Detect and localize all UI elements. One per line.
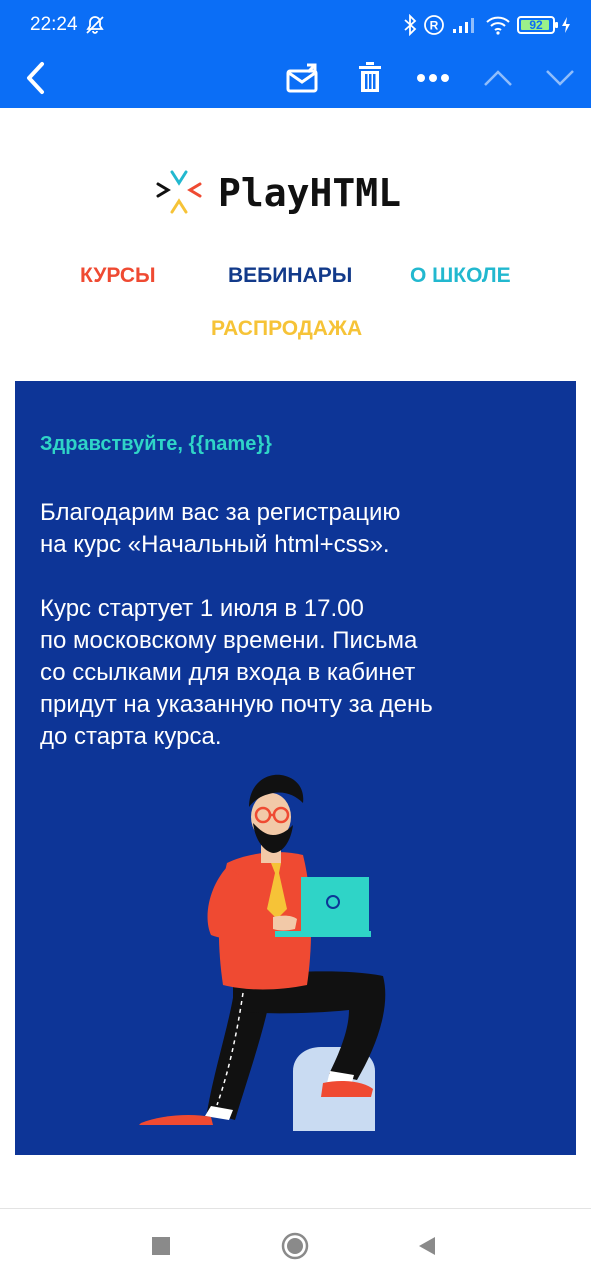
back-button[interactable] bbox=[12, 54, 60, 102]
text-line: со ссылками для входа в кабинет bbox=[40, 659, 416, 686]
playhtml-logo-icon bbox=[156, 170, 202, 214]
home-button[interactable] bbox=[278, 1229, 312, 1263]
text-line: по московскому времени. Письма bbox=[40, 627, 418, 654]
text-line: Курс стартует 1 июля в 17.00 bbox=[40, 595, 364, 622]
text-line: на курс «Начальный html+css». bbox=[40, 531, 390, 558]
brand-logo[interactable]: PlayHTML bbox=[154, 168, 401, 218]
greeting: Здравствуйте, {{name}} bbox=[40, 433, 272, 455]
nav-link-webinars[interactable]: ВЕБИНАРЫ bbox=[228, 264, 352, 288]
text-line: придут на указанную почту за день bbox=[40, 691, 433, 718]
registered-icon: R bbox=[424, 15, 444, 35]
back-icon bbox=[27, 62, 44, 94]
text-line: Благодарим вас за регистрацию bbox=[40, 499, 401, 526]
thanks-paragraph: Благодарим вас за регистрацию на курс «Н… bbox=[40, 497, 550, 561]
battery-percent: 92 bbox=[529, 18, 543, 32]
back-triangle-icon bbox=[419, 1237, 435, 1255]
home-icon bbox=[281, 1232, 309, 1260]
recents-icon bbox=[152, 1237, 170, 1255]
charging-icon bbox=[562, 17, 570, 33]
delete-button[interactable] bbox=[346, 54, 394, 102]
more-icon bbox=[417, 74, 449, 82]
signal-icon bbox=[453, 18, 474, 33]
mute-bell-icon bbox=[86, 16, 104, 34]
svg-text:R: R bbox=[430, 19, 439, 33]
next-icon bbox=[546, 70, 574, 86]
nav-link-sale[interactable]: РАСПРОДАЖА bbox=[211, 317, 362, 341]
more-button[interactable] bbox=[409, 54, 457, 102]
previous-button[interactable] bbox=[474, 54, 522, 102]
next-button[interactable] bbox=[536, 54, 584, 102]
brand-name: PlayHTML bbox=[218, 171, 402, 215]
previous-icon bbox=[484, 70, 512, 86]
system-back-button[interactable] bbox=[410, 1229, 444, 1263]
wifi-icon bbox=[486, 16, 510, 35]
nav-link-courses[interactable]: КУРСЫ bbox=[80, 264, 156, 288]
nav-link-about[interactable]: О ШКОЛЕ bbox=[410, 264, 511, 288]
status-bar: 22:24 R 92 bbox=[0, 0, 591, 50]
move-mail-button[interactable] bbox=[279, 54, 327, 102]
recents-button[interactable] bbox=[144, 1229, 178, 1263]
status-icons: R 92 bbox=[403, 12, 571, 38]
system-nav-bar bbox=[0, 1208, 591, 1280]
email-body: PlayHTML КУРСЫ ВЕБИНАРЫ О ШКОЛЕ РАСПРОДА… bbox=[0, 108, 591, 1208]
bluetooth-icon bbox=[404, 14, 417, 36]
text-line: до старта курса. bbox=[40, 723, 222, 750]
status-time: 22:24 bbox=[30, 14, 78, 35]
top-bar: 22:24 R 92 bbox=[0, 0, 591, 108]
student-laptop-illustration bbox=[139, 774, 386, 1131]
course-info-paragraph: Курс стартует 1 июля в 17.00 по московск… bbox=[40, 593, 550, 753]
message-card: Здравствуйте, {{name}} Благодарим вас за… bbox=[15, 381, 576, 1155]
move-mail-icon bbox=[286, 63, 318, 93]
delete-icon bbox=[359, 62, 381, 92]
battery-indicator: 92 bbox=[517, 16, 558, 34]
app-bar bbox=[0, 50, 591, 108]
